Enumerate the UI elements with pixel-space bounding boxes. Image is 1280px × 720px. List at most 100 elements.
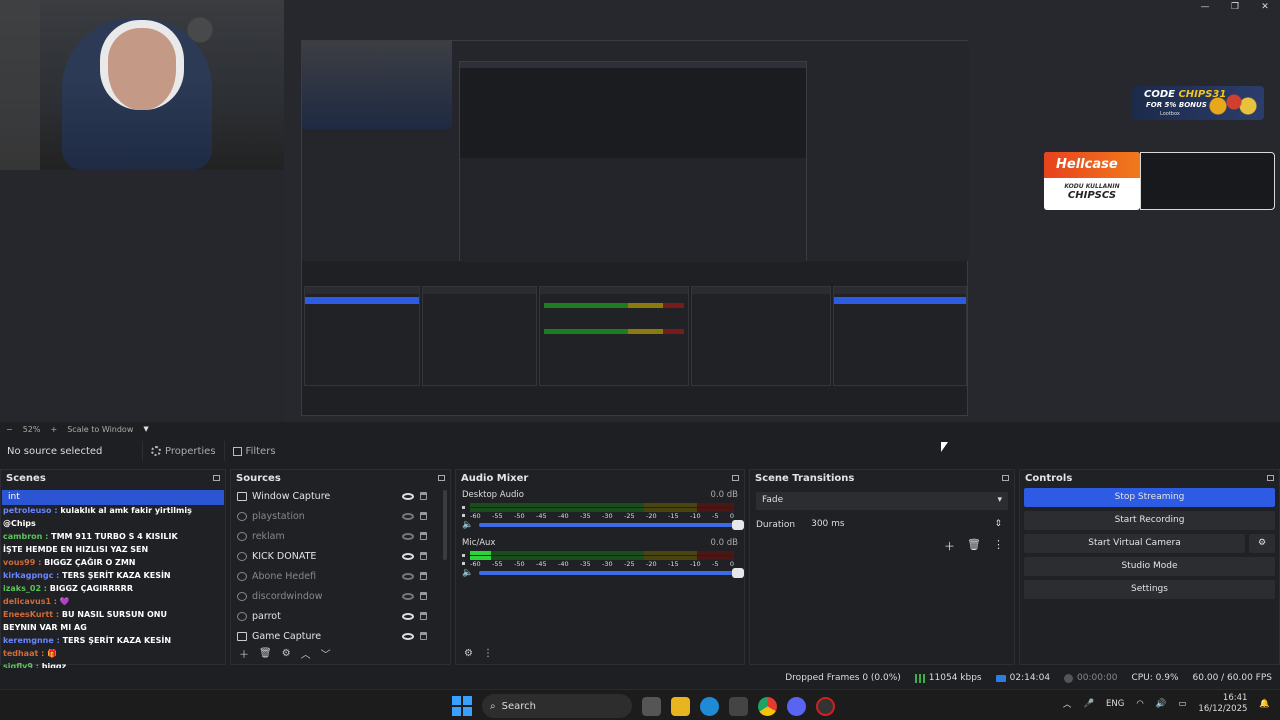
language-indicator[interactable]: ENG [1106, 699, 1124, 709]
lock-icon[interactable] [420, 552, 427, 560]
volume-slider[interactable] [479, 568, 744, 578]
more-icon[interactable]: ⋮ [483, 648, 493, 659]
edge-icon[interactable] [700, 696, 719, 716]
taskbar-search[interactable]: ⌕ Search [482, 694, 632, 718]
scenes-dock: Scenes int petroleuso : kulaklık al amk … [0, 469, 226, 671]
spinner-icon[interactable]: ⇕ [994, 519, 1002, 531]
properties-button[interactable]: Properties [142, 441, 224, 461]
eye-off-icon[interactable] [402, 572, 414, 580]
transition-select[interactable]: Fade ▾ [756, 492, 1008, 510]
undock-icon[interactable] [213, 475, 220, 481]
move-down-icon[interactable]: ﹀ [321, 646, 331, 661]
start-recording-button[interactable]: Start Recording [1024, 511, 1275, 530]
scene-item[interactable]: int [2, 490, 224, 505]
obs-window: CODE CHIPS31 FOR 5% BONUS Lootbox Hellca… [0, 0, 1280, 720]
clock[interactable]: 16:41 16/12/2025 [1198, 693, 1247, 715]
filters-button[interactable]: Filters [223, 441, 284, 461]
volume-slider[interactable] [479, 520, 744, 530]
minimize-icon[interactable]: — [1190, 0, 1220, 14]
record-icon [1064, 673, 1074, 683]
volume-icon[interactable]: 🔊 [1156, 699, 1167, 709]
zoom-plus-icon[interactable]: + [50, 425, 57, 434]
speaker-icon[interactable]: 🔈 [462, 520, 473, 530]
stop-streaming-button[interactable]: Stop Streaming [1024, 488, 1275, 507]
advanced-audio-icon[interactable]: ⚙ [464, 648, 473, 659]
close-icon[interactable]: ✕ [1250, 0, 1280, 14]
eye-icon[interactable] [402, 612, 414, 620]
lock-icon[interactable] [420, 592, 427, 600]
eye-off-icon[interactable] [402, 512, 414, 520]
source-item-window-capture[interactable]: Window Capture [231, 486, 450, 506]
lock-icon[interactable] [420, 632, 427, 640]
notification-icon[interactable]: 🔔 [1259, 699, 1270, 709]
sources-scrollbar[interactable] [443, 490, 447, 560]
source-item-reklam[interactable]: reklam [231, 526, 450, 546]
obs-icon[interactable] [816, 696, 835, 716]
source-item-parrot[interactable]: parrot [231, 606, 450, 626]
duration-spinbox[interactable]: 300 ms ⇕ [805, 516, 1008, 534]
lock-icon[interactable] [420, 492, 427, 500]
chevron-up-icon[interactable]: ︿ [1063, 698, 1072, 710]
chevron-down-icon[interactable]: ▼ [143, 425, 148, 433]
task-view-icon[interactable] [642, 696, 661, 716]
discord-icon[interactable] [787, 696, 806, 716]
filter-icon [232, 446, 242, 456]
virtual-camera-row: Start Virtual Camera ⚙ [1024, 534, 1275, 553]
zoom-minus-icon[interactable]: − [6, 425, 13, 434]
eye-off-icon[interactable] [402, 592, 414, 600]
more-icon[interactable]: ⋮ [993, 538, 1004, 554]
source-item-playstation[interactable]: playstation [231, 506, 450, 526]
lock-icon[interactable] [420, 572, 427, 580]
eye-icon[interactable] [402, 632, 414, 640]
more-icon[interactable] [462, 505, 465, 517]
scale-mode[interactable]: Scale to Window [67, 425, 133, 434]
add-icon[interactable]: ＋ [239, 646, 249, 661]
hellcase-box [1140, 152, 1275, 210]
source-item-abone-hedefi[interactable]: Abone Hedefi [231, 566, 450, 586]
lock-icon[interactable] [420, 512, 427, 520]
chat-line: vous99 : BIGGZ ÇAĞIR O ZMN [3, 558, 136, 567]
add-icon[interactable]: ＋ [944, 538, 955, 554]
chat-line: cambron : TMM 911 TURBO S 4 KISILIK İŞTE… [3, 532, 178, 554]
undock-icon[interactable] [438, 475, 445, 481]
gear-icon[interactable]: ⚙ [282, 648, 291, 659]
speaker-icon[interactable]: 🔈 [462, 568, 473, 578]
lock-icon[interactable] [420, 612, 427, 620]
battery-icon[interactable]: ▭ [1178, 699, 1186, 709]
preview-canvas[interactable]: CODE CHIPS31 FOR 5% BONUS Lootbox Hellca… [0, 0, 1280, 422]
channel-name: Desktop Audio [462, 490, 524, 500]
slider-handle[interactable] [732, 568, 744, 578]
gear-icon[interactable]: ⚙ [1249, 534, 1275, 553]
search-icon: ⌕ [490, 700, 496, 712]
trash-icon[interactable]: 🗑 [259, 648, 272, 659]
undock-icon[interactable] [732, 475, 739, 481]
source-item-kick-donate[interactable]: KICK DONATE [231, 546, 450, 566]
eye-icon[interactable] [402, 492, 414, 500]
slider-handle[interactable] [732, 520, 744, 530]
store-icon[interactable] [729, 696, 748, 716]
mouse-cursor [941, 442, 948, 452]
bitrate-indicator: 11054 kbps [914, 673, 982, 683]
record-timer: 00:00:00 [1064, 673, 1117, 683]
chat-line: delicavus1 : 💜 [3, 597, 70, 606]
mixer-toolbar: ⚙ ⋮ [456, 642, 744, 664]
undock-icon[interactable] [1002, 475, 1009, 481]
windows-start-icon[interactable] [452, 696, 472, 716]
settings-button[interactable]: Settings [1024, 580, 1275, 599]
undock-icon[interactable] [1267, 475, 1274, 481]
wifi-icon[interactable]: ◠ [1136, 699, 1143, 709]
studio-mode-button[interactable]: Studio Mode [1024, 557, 1275, 576]
start-virtual-camera-button[interactable]: Start Virtual Camera [1024, 534, 1245, 553]
lock-icon[interactable] [420, 532, 427, 540]
eye-off-icon[interactable] [402, 532, 414, 540]
chrome-icon[interactable] [758, 696, 777, 716]
trash-icon[interactable]: 🗑 [967, 538, 981, 554]
source-item-discordwindow[interactable]: discordwindow [231, 586, 450, 606]
eye-icon[interactable] [402, 552, 414, 560]
chat-line: kirkagpngc : TERS ŞERİT KAZA KESİN [3, 571, 171, 580]
maximize-icon[interactable]: ❐ [1220, 0, 1250, 14]
microphone-icon[interactable]: 🎤 [1083, 699, 1094, 709]
more-icon[interactable] [462, 553, 465, 565]
move-up-icon[interactable]: ︿ [301, 646, 311, 661]
file-explorer-icon[interactable] [671, 696, 690, 716]
